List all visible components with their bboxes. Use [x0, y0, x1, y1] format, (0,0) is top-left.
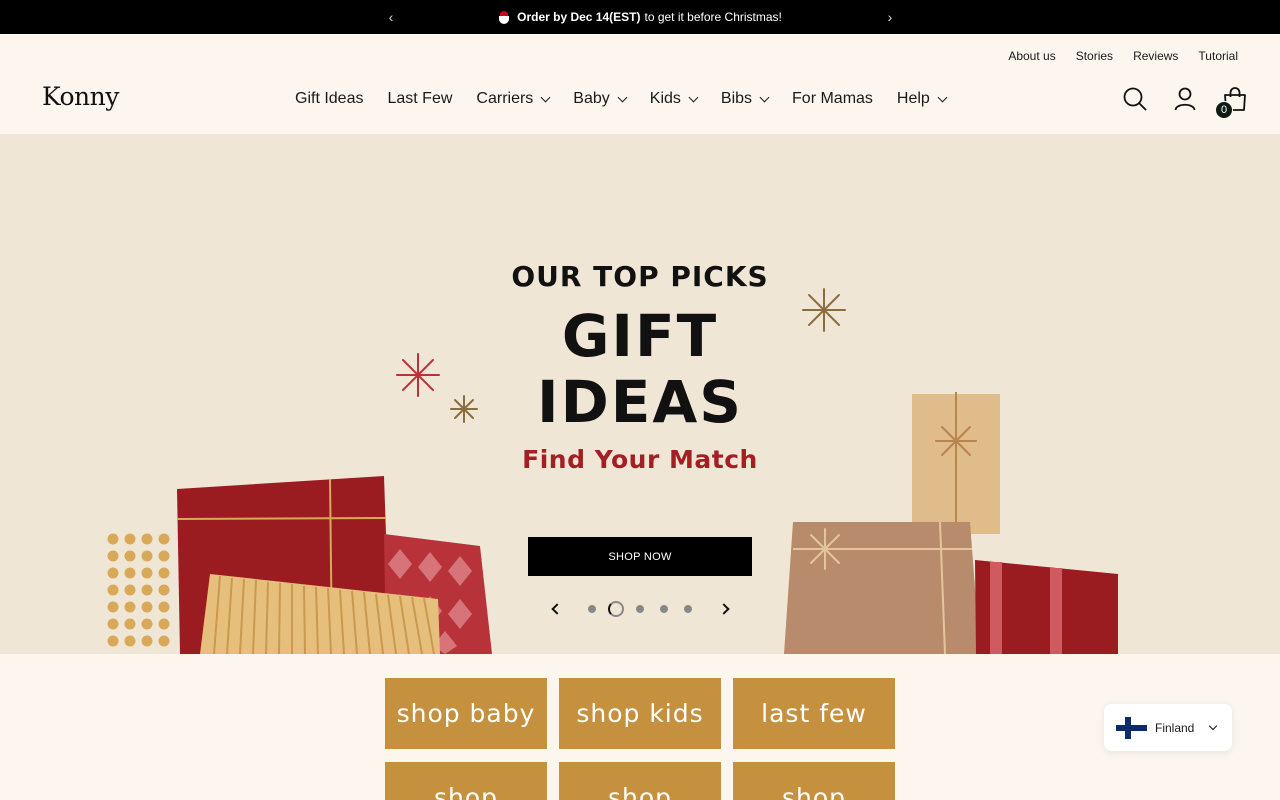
main-nav: Gift Ideas Last Few Carriers Baby Kids B…	[295, 90, 948, 108]
nav-label: Help	[896, 90, 930, 107]
header-icons: 0	[1122, 86, 1248, 119]
hero-title-line1: GIFT	[561, 302, 719, 370]
santa-icon	[498, 10, 510, 24]
util-link-reviews[interactable]: Reviews	[1133, 49, 1178, 63]
chevron-down-icon	[617, 92, 628, 102]
finland-flag-icon	[1116, 716, 1147, 739]
chevron-down-icon	[688, 92, 699, 102]
site-header: About us Stories Reviews Tutorial Konny …	[0, 34, 1280, 134]
nav-item-gift-ideas[interactable]: Gift Ideas	[295, 90, 363, 108]
account-icon[interactable]	[1172, 86, 1198, 112]
category-shop-6[interactable]: shop	[733, 762, 895, 800]
util-link-tutorial[interactable]: Tutorial	[1198, 49, 1238, 63]
nav-label: For Mamas	[792, 90, 873, 107]
category-shop-baby[interactable]: shop baby	[385, 678, 547, 749]
announcement-prev-arrow[interactable]: ‹	[383, 9, 399, 25]
category-shop-5[interactable]: shop	[559, 762, 721, 800]
nav-label: Bibs	[720, 90, 753, 107]
nav-label: Last Few	[387, 90, 453, 107]
announcement-next-arrow[interactable]: ›	[882, 9, 898, 25]
util-link-about[interactable]: About us	[1008, 49, 1055, 63]
chevron-down-icon	[937, 92, 948, 102]
cart-icon[interactable]: 0	[1215, 86, 1248, 119]
slider-dot-1[interactable]	[588, 605, 596, 613]
category-last-few[interactable]: last few	[733, 678, 895, 749]
nav-item-bibs[interactable]: Bibs	[720, 90, 770, 108]
nav-item-last-few[interactable]: Last Few	[387, 90, 452, 108]
category-shop-4[interactable]: shop	[385, 762, 547, 800]
utility-nav: About us Stories Reviews Tutorial	[1008, 49, 1238, 63]
nav-item-carriers[interactable]: Carriers	[476, 90, 551, 108]
announcement-bar: ‹ Order by Dec 14(EST) to get it before …	[0, 0, 1280, 34]
nav-item-for-mamas[interactable]: For Mamas	[792, 90, 873, 108]
logo[interactable]: Konny	[42, 82, 119, 111]
category-shop-kids[interactable]: shop kids	[559, 678, 721, 749]
country-label: Finland	[1155, 720, 1195, 735]
nav-item-kids[interactable]: Kids	[649, 90, 699, 108]
country-selector[interactable]: Finland	[1104, 704, 1232, 751]
chevron-down-icon	[759, 92, 770, 102]
search-icon[interactable]	[1122, 86, 1148, 112]
nav-item-baby[interactable]: Baby	[573, 90, 628, 108]
nav-label: Kids	[649, 90, 681, 107]
nav-item-help[interactable]: Help	[896, 90, 948, 108]
hero-tagline: Find Your Match	[522, 445, 758, 474]
announcement-bold: Order by Dec 14(EST)	[517, 10, 641, 24]
hero-title-line2: IDEAS	[536, 368, 743, 436]
nav-label: Baby	[573, 90, 610, 107]
cart-count-badge: 0	[1215, 101, 1233, 119]
shop-now-button[interactable]: SHOP NOW	[528, 537, 752, 576]
nav-label: Gift Ideas	[295, 90, 364, 107]
hero-subtitle: OUR TOP PICKS	[511, 260, 769, 293]
util-link-stories[interactable]: Stories	[1076, 49, 1113, 63]
chevron-down-icon	[540, 92, 551, 102]
slider-dot-3[interactable]	[636, 605, 644, 613]
slider-dot-5[interactable]	[684, 605, 692, 613]
chevron-down-icon	[1208, 721, 1218, 731]
nav-label: Carriers	[476, 90, 534, 107]
slider-next-arrow[interactable]	[718, 600, 734, 618]
slider-dot-4[interactable]	[660, 605, 668, 613]
slider-dot-2[interactable]	[608, 601, 624, 617]
announcement-text: to get it before Christmas!	[644, 10, 782, 24]
hero-banner: OUR TOP PICKS GIFT IDEAS Find Your Match…	[0, 134, 1280, 654]
announcement-message: Order by Dec 14(EST) to get it before Ch…	[498, 10, 782, 24]
slider-prev-arrow[interactable]	[548, 600, 564, 618]
slider-controls	[548, 600, 732, 618]
